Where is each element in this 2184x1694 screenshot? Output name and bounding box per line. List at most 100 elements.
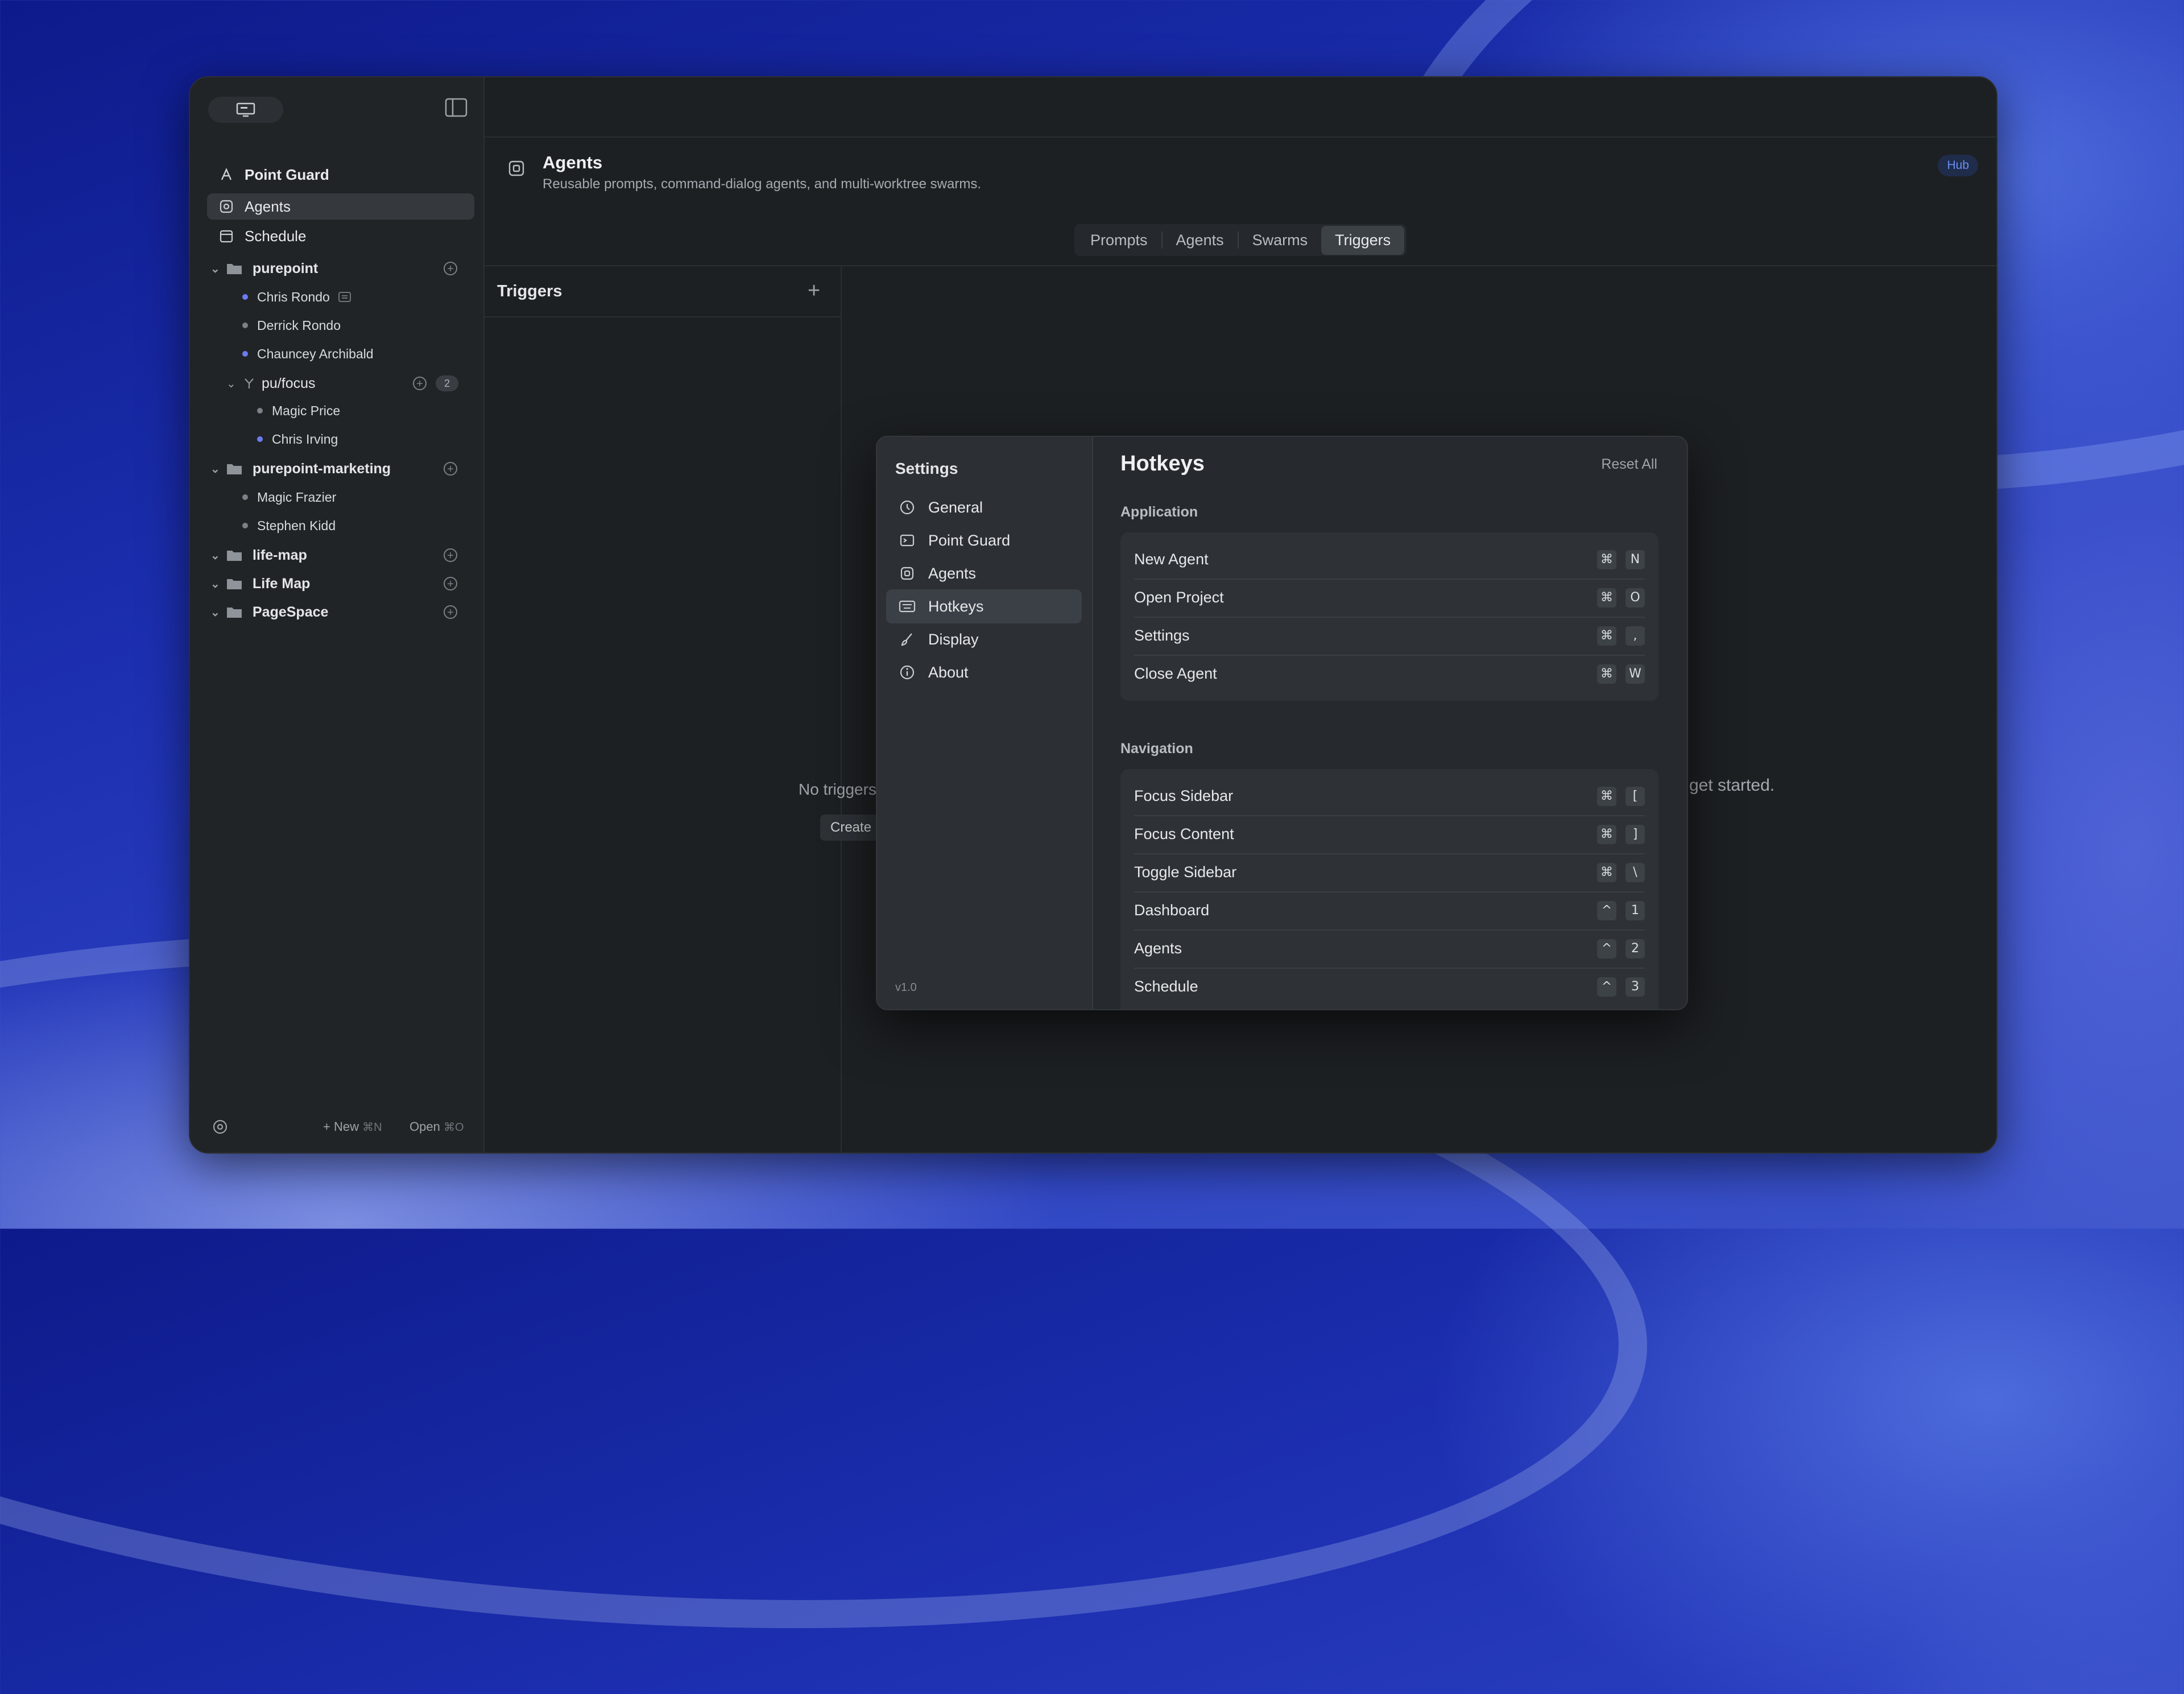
settings-nav-point-guard[interactable]: Point Guard xyxy=(886,523,1082,557)
new-shortcut: ⌘N xyxy=(362,1121,382,1134)
folder-icon xyxy=(227,608,242,618)
project-purepoint-marketing[interactable]: ⌄ purepoint-marketing xyxy=(210,456,391,481)
tab-agents[interactable]: Agents xyxy=(1163,226,1238,255)
key-cap: ⌘ xyxy=(1597,626,1616,646)
workspace-switcher-button[interactable] xyxy=(208,97,283,123)
add-worktree-icon[interactable]: + xyxy=(444,577,457,590)
project-purepoint[interactable]: ⌄ purepoint xyxy=(210,256,318,281)
agents-icon xyxy=(218,199,234,214)
key-cap: ] xyxy=(1625,824,1645,844)
status-dot xyxy=(257,436,263,442)
settings-nav-hotkeys[interactable]: Hotkeys xyxy=(886,589,1082,623)
add-trigger-button[interactable]: + xyxy=(808,279,820,303)
hotkey-row-settings[interactable]: Settings ⌘ , xyxy=(1134,617,1645,656)
project-pagespace[interactable]: ⌄ PageSpace xyxy=(210,600,328,625)
key-cap: \ xyxy=(1625,862,1645,882)
status-dot xyxy=(242,294,248,300)
tab-swarms[interactable]: Swarms xyxy=(1239,226,1322,255)
reset-all-button[interactable]: Reset All xyxy=(1601,456,1657,473)
chevron-down-icon: ⌄ xyxy=(210,262,220,275)
agents-icon xyxy=(508,160,524,176)
agent-item-chris-irving[interactable]: Chris Irving xyxy=(257,428,338,451)
add-worktree-icon[interactable]: + xyxy=(444,262,457,275)
section-label-navigation: Navigation xyxy=(1120,741,1193,757)
sidebar-item-label: Agents xyxy=(245,197,291,215)
gear-icon xyxy=(213,1119,228,1134)
key-cap: 2 xyxy=(1625,939,1645,958)
sidebar-item-point-guard[interactable]: Point Guard xyxy=(207,162,474,188)
folder-icon xyxy=(227,464,242,474)
project-life-map[interactable]: ⌄ life-map xyxy=(210,543,307,568)
chevron-down-icon: ⌄ xyxy=(210,606,220,619)
create-trigger-button[interactable]: Create xyxy=(820,815,882,841)
add-worktree-icon[interactable]: + xyxy=(444,605,457,619)
hotkeys-card-application: New Agent ⌘ N Open Project ⌘ O Settings … xyxy=(1120,532,1658,701)
project-life-map-2[interactable]: ⌄ Life Map xyxy=(210,571,310,596)
hotkey-row-focus-sidebar[interactable]: Focus Sidebar ⌘ [ xyxy=(1134,777,1645,816)
agent-count-badge: 2 xyxy=(436,375,458,391)
hotkey-label: Focus Sidebar xyxy=(1134,787,1234,804)
hotkey-row-toggle-sidebar[interactable]: Toggle Sidebar ⌘ \ xyxy=(1134,853,1645,893)
hotkey-row-open-project[interactable]: Open Project ⌘ O xyxy=(1134,579,1645,618)
hotkey-row-close-agent[interactable]: Close Agent ⌘ W xyxy=(1134,655,1645,693)
hotkey-label: Dashboard xyxy=(1134,902,1210,919)
worktree-pu-focus[interactable]: ⌄ pu/focus xyxy=(226,371,316,396)
settings-gear-button[interactable] xyxy=(212,1118,229,1139)
hub-badge[interactable]: Hub xyxy=(1938,155,1978,176)
project-name: Life Map xyxy=(253,575,311,592)
agent-item-derrick-rondo[interactable]: Derrick Rondo xyxy=(242,314,341,337)
hotkey-label: Schedule xyxy=(1134,978,1198,995)
new-button[interactable]: + New ⌘N xyxy=(323,1119,382,1134)
settings-nav-agents[interactable]: Agents xyxy=(886,556,1082,590)
chevron-down-icon: ⌄ xyxy=(210,549,220,562)
sidebar-item-agents[interactable]: Agents xyxy=(207,193,474,220)
key-cap: ⌘ xyxy=(1597,664,1616,684)
toggle-sidebar-button[interactable] xyxy=(445,98,468,117)
hotkey-row-new-agent[interactable]: New Agent ⌘ N xyxy=(1134,540,1645,580)
open-button[interactable]: Open ⌘O xyxy=(410,1119,464,1134)
key-cap: ⌘ xyxy=(1597,786,1616,806)
agent-item-chauncey-archibald[interactable]: Chauncey Archibald xyxy=(242,342,374,365)
hotkey-row-agents[interactable]: Agents ^ 2 xyxy=(1134,929,1645,969)
settings-nav-display[interactable]: Display xyxy=(886,622,1082,656)
title-bar xyxy=(485,77,1996,138)
hotkeys-card-navigation: Focus Sidebar ⌘ [ Focus Content ⌘ ] Togg… xyxy=(1120,769,1658,1009)
key-cap: ^ xyxy=(1597,939,1616,958)
agent-item-magic-frazier[interactable]: Magic Frazier xyxy=(242,486,336,509)
sidebar-toggle-icon xyxy=(445,98,468,117)
settings-nav-general[interactable]: General xyxy=(886,490,1082,524)
agent-name: Chris Rondo xyxy=(257,289,330,304)
agent-name: Derrick Rondo xyxy=(257,317,341,333)
agent-item-magic-price[interactable]: Magic Price xyxy=(257,399,340,422)
tab-prompts[interactable]: Prompts xyxy=(1077,226,1161,255)
tab-triggers[interactable]: Triggers xyxy=(1321,225,1405,255)
nav-label: Point Guard xyxy=(928,531,1011,549)
hotkey-row-focus-content[interactable]: Focus Content ⌘ ] xyxy=(1134,815,1645,854)
agent-name: Chris Irving xyxy=(272,431,338,447)
chevron-down-icon: ⌄ xyxy=(226,377,236,390)
add-worktree-icon[interactable]: + xyxy=(444,548,457,562)
sidebar-item-schedule[interactable]: Schedule xyxy=(207,223,474,249)
open-shortcut: ⌘O xyxy=(443,1121,464,1134)
triggers-pane: Triggers + xyxy=(485,266,842,1152)
add-worktree-icon[interactable]: + xyxy=(444,462,457,476)
agent-name: Chauncey Archibald xyxy=(257,346,374,361)
hotkey-row-dashboard[interactable]: Dashboard ^ 1 xyxy=(1134,891,1645,931)
page-header: Agents Reusable prompts, command-dialog … xyxy=(485,138,1996,195)
project-name: purepoint-marketing xyxy=(253,460,391,477)
nav-label: Display xyxy=(928,630,979,648)
settings-nav-about[interactable]: About xyxy=(886,655,1082,689)
key-cap: ⌘ xyxy=(1597,862,1616,882)
nav-label: Agents xyxy=(928,564,977,582)
hotkey-row-schedule[interactable]: Schedule ^ 3 xyxy=(1134,968,1645,1006)
agent-name: Magic Frazier xyxy=(257,489,337,505)
hotkeys-panel: Hotkeys Reset All Application New Agent … xyxy=(1093,437,1687,1009)
agent-item-chris-rondo[interactable]: Chris Rondo xyxy=(242,286,351,308)
hotkey-label: Toggle Sidebar xyxy=(1134,863,1237,881)
sidebar-footer: + New ⌘N Open ⌘O xyxy=(190,1101,483,1152)
add-agent-icon[interactable]: + xyxy=(413,377,427,390)
agent-item-stephen-kidd[interactable]: Stephen Kidd xyxy=(242,514,336,537)
empty-state-text: No triggers xyxy=(799,780,876,798)
agents-tabs: Prompts Agents Swarms Triggers xyxy=(1074,224,1407,256)
open-label: Open xyxy=(410,1119,440,1134)
